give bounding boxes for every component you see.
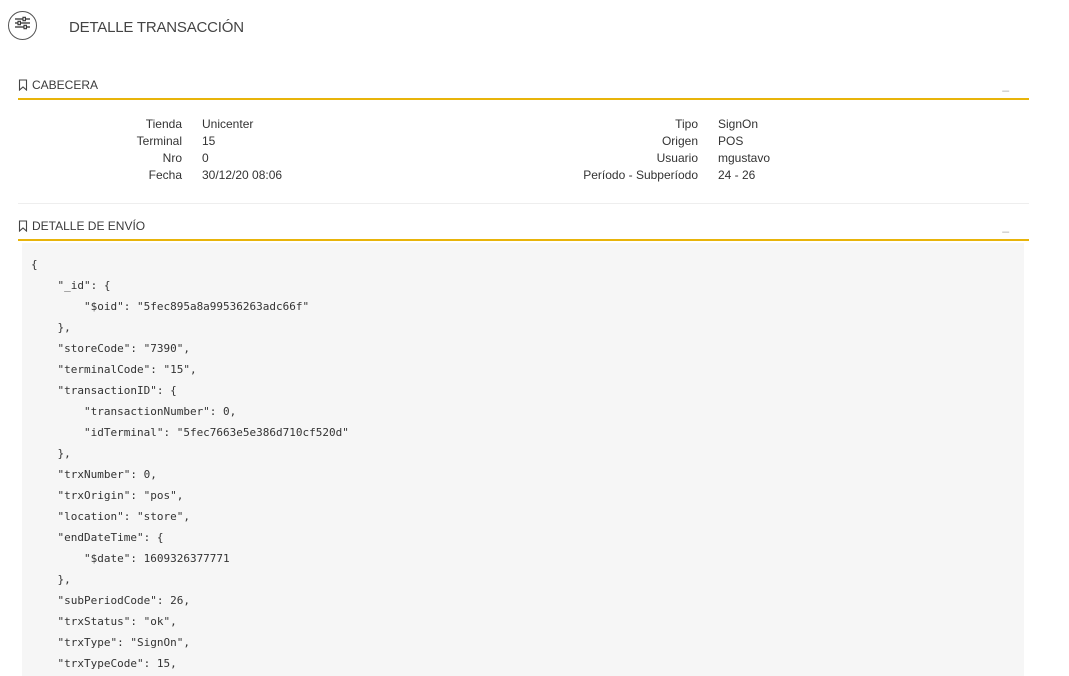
code-line: { (31, 258, 38, 271)
field-value: 24 - 26 (718, 168, 756, 182)
field-value: 15 (202, 134, 216, 148)
field-value: SignOn (718, 117, 759, 131)
code-line: }, (31, 447, 71, 460)
field-value: Unicenter (202, 117, 254, 131)
field-label: Tienda (145, 117, 182, 131)
section-divider (18, 203, 1029, 204)
code-line: "idTerminal": "5fec7663e5e386d710cf520d" (31, 426, 349, 439)
field-label: Usuario (656, 151, 698, 165)
code-line: "trxType": "SignOn", (31, 636, 190, 649)
code-line: "trxNumber": 0, (31, 468, 157, 481)
info-row-nro: Nro 0 Usuario mgustavo (0, 150, 1069, 167)
code-line: "subPeriodCode": 26, (31, 594, 190, 607)
code-line: "trxOrigin": "pos", (31, 489, 184, 502)
sliders-icon (14, 16, 31, 35)
field-label: Origen (661, 134, 698, 148)
code-line: "trxTypeCode": 15, (31, 657, 177, 670)
bookmark-icon (18, 79, 28, 92)
collapse-button[interactable]: _ (1002, 78, 1009, 92)
field-label: Fecha (148, 168, 182, 182)
field-value: POS (718, 134, 744, 148)
code-line: "transactionNumber": 0, (31, 405, 237, 418)
code-line: "endDateTime": { (31, 531, 164, 544)
field-label: Tipo (675, 117, 698, 131)
field-label: Terminal (136, 134, 182, 148)
code-line: "$date": 1609326377771 (31, 552, 230, 565)
field-value: mgustavo (718, 151, 771, 165)
code-line: "_id": { (31, 279, 111, 292)
field-value: 0 (202, 151, 209, 165)
section-header-cabecera: CABECERA _ (18, 76, 1029, 100)
field-label: Nro (162, 151, 182, 165)
code-line: "transactionID": { (31, 384, 177, 397)
section-title: CABECERA (32, 78, 99, 92)
code-line: "terminalCode": "15", (31, 363, 197, 376)
code-line: }, (31, 573, 71, 586)
field-label: Período - Subperíodo (583, 168, 698, 182)
json-code-block[interactable]: { "_id": { "$oid": "5fec895a8a99536263ad… (22, 243, 1024, 676)
code-line: "storeCode": "7390", (31, 342, 190, 355)
page-title: DETALLE TRANSACCIÓN (69, 19, 244, 36)
section-title: DETALLE DE ENVÍO (32, 219, 146, 233)
code-line: "location": "store", (31, 510, 190, 523)
info-row-terminal: Terminal 15 Origen POS (0, 133, 1069, 150)
section-header-detalle-envio: DETALLE DE ENVÍO _ (18, 217, 1029, 241)
info-row-fecha: Fecha 30/12/20 08:06 Período - Subperíod… (0, 167, 1069, 184)
field-value: 30/12/20 08:06 (202, 168, 283, 182)
section-toggle-detalle-envio[interactable]: DETALLE DE ENVÍO (18, 219, 145, 233)
code-line: "$oid": "5fec895a8a99536263adc66f" (31, 300, 310, 313)
info-row-tienda: Tienda Unicenter Tipo SignOn (0, 116, 1069, 133)
code-line: "trxStatus": "ok", (31, 615, 177, 628)
code-line: }, (31, 321, 71, 334)
bookmark-icon (18, 220, 28, 233)
section-toggle-cabecera[interactable]: CABECERA (18, 78, 98, 92)
filter-menu-button[interactable] (8, 11, 37, 40)
collapse-button[interactable]: _ (1002, 219, 1009, 233)
